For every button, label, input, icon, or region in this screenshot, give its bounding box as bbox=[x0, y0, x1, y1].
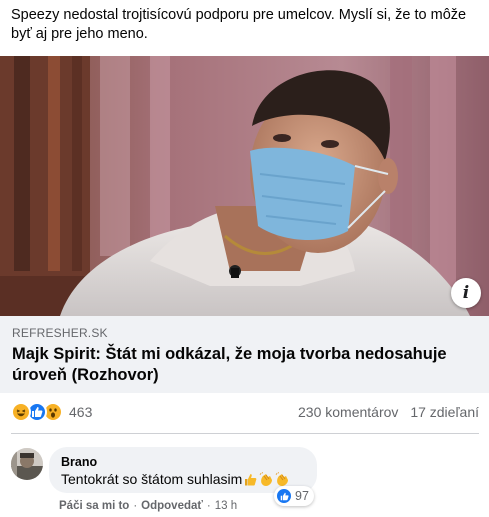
separator: · bbox=[133, 500, 138, 512]
interview-photo bbox=[0, 56, 489, 316]
separator: · bbox=[206, 500, 211, 512]
comment-bubble: Brano Tentokrát so štátom suhlasim bbox=[49, 447, 317, 493]
like-icon bbox=[276, 488, 292, 504]
clapping-hands-icon bbox=[275, 472, 290, 487]
comment-text-row: Tentokrát so štátom suhlasim bbox=[61, 470, 305, 489]
comment-reaction-count: 97 bbox=[295, 489, 309, 503]
divider bbox=[11, 433, 479, 434]
avatar[interactable] bbox=[11, 448, 43, 480]
comment-author[interactable]: Brano bbox=[61, 455, 305, 470]
comment-time[interactable]: 13 h bbox=[215, 500, 237, 512]
clapping-hands-icon bbox=[259, 472, 274, 487]
comment-text: Tentokrát so štátom suhlasim bbox=[61, 471, 243, 487]
comment-actions: Páči sa mi to · Odpovedať · 13 h bbox=[59, 500, 237, 512]
shares-count[interactable]: 17 zdieľaní bbox=[410, 404, 479, 420]
link-preview-card[interactable]: REFRESHER.SK Majk Spirit: Štát mi odkáza… bbox=[0, 316, 489, 393]
comments-count[interactable]: 230 komentárov bbox=[298, 404, 398, 420]
link-title[interactable]: Majk Spirit: Štát mi odkázal, že moja tv… bbox=[12, 344, 462, 386]
engagement-counts: 230 komentárov 17 zdieľaní bbox=[290, 404, 479, 420]
link-preview-image[interactable]: i bbox=[0, 56, 489, 316]
link-domain: REFRESHER.SK bbox=[12, 326, 108, 340]
comment-reactions[interactable]: 97 bbox=[274, 486, 314, 506]
haha-icon bbox=[11, 402, 31, 422]
post-stats: 463 230 komentárov 17 zdieľaní bbox=[11, 399, 479, 425]
reactions-summary[interactable]: 463 bbox=[11, 402, 92, 422]
post-text: Speezy nedostal trojtisícovú podporu pre… bbox=[11, 7, 467, 42]
like-comment-button[interactable]: Páči sa mi to bbox=[59, 500, 129, 512]
reply-button[interactable]: Odpovedať bbox=[141, 500, 203, 512]
info-icon[interactable]: i bbox=[451, 278, 481, 308]
reaction-count: 463 bbox=[69, 404, 93, 420]
thumbs-up-icon bbox=[243, 472, 258, 487]
